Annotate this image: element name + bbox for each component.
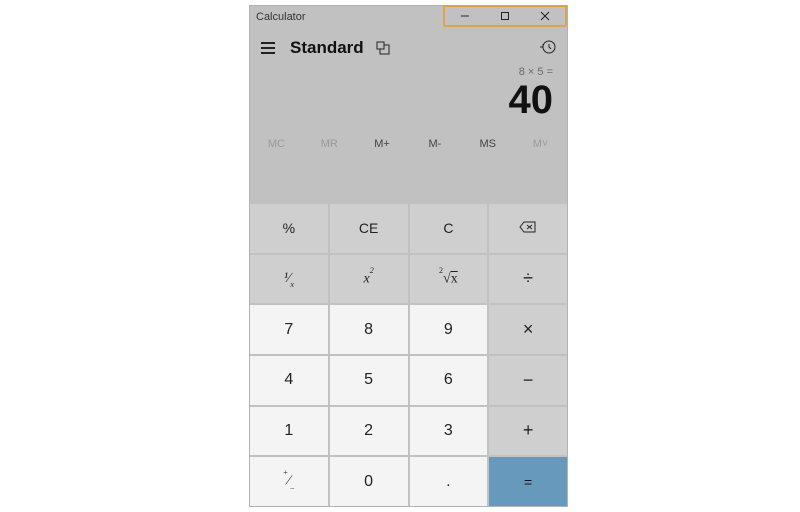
subtract-button[interactable]: − <box>489 356 567 405</box>
memory-store-button[interactable]: MS <box>461 138 514 160</box>
memory-minus-button[interactable]: M- <box>408 138 461 160</box>
keep-on-top-icon[interactable] <box>376 41 390 55</box>
divide-button[interactable]: ÷ <box>489 255 567 304</box>
decimal-button[interactable]: . <box>410 457 488 506</box>
expression-text: 8 × 5 = <box>250 66 553 78</box>
digit-7-button[interactable]: 7 <box>250 305 328 354</box>
digit-5-button[interactable]: 5 <box>330 356 408 405</box>
digit-1-button[interactable]: 1 <box>250 407 328 456</box>
negate-button[interactable]: +∕− <box>250 457 328 506</box>
minimize-button[interactable] <box>445 7 485 25</box>
memory-plus-button[interactable]: M+ <box>356 138 409 160</box>
memory-clear-button[interactable]: MC <box>250 138 303 160</box>
backspace-icon <box>519 220 537 236</box>
history-icon[interactable] <box>537 36 559 58</box>
maximize-button[interactable] <box>485 7 525 25</box>
clear-button[interactable]: C <box>410 204 488 253</box>
square-button[interactable]: x2 <box>330 255 408 304</box>
result-text: 40 <box>250 80 553 120</box>
keypad: % CE C ¹∕x x2 2√x ÷ 7 8 9 × 4 5 6 <box>250 204 567 506</box>
memory-row: MC MR M+ M- MS M˅ <box>250 138 567 160</box>
digit-9-button[interactable]: 9 <box>410 305 488 354</box>
digit-8-button[interactable]: 8 <box>330 305 408 354</box>
sqrt-button[interactable]: 2√x <box>410 255 488 304</box>
multiply-button[interactable]: × <box>489 305 567 354</box>
titlebar: Calculator <box>250 6 567 28</box>
backspace-button[interactable] <box>489 204 567 253</box>
display: 8 × 5 = 40 <box>250 62 567 120</box>
digit-4-button[interactable]: 4 <box>250 356 328 405</box>
clear-entry-button[interactable]: CE <box>330 204 408 253</box>
equals-button[interactable]: = <box>489 457 567 506</box>
hamburger-icon[interactable] <box>258 42 278 54</box>
digit-3-button[interactable]: 3 <box>410 407 488 456</box>
digit-0-button[interactable]: 0 <box>330 457 408 506</box>
memory-list-button[interactable]: M˅ <box>514 138 567 160</box>
digit-2-button[interactable]: 2 <box>330 407 408 456</box>
memory-recall-button[interactable]: MR <box>303 138 356 160</box>
close-button[interactable] <box>525 7 565 25</box>
mode-label: Standard <box>290 38 364 58</box>
window-controls <box>443 5 567 27</box>
reciprocal-button[interactable]: ¹∕x <box>250 255 328 304</box>
percent-button[interactable]: % <box>250 204 328 253</box>
digit-6-button[interactable]: 6 <box>410 356 488 405</box>
toolbar: Standard <box>250 34 567 62</box>
calculator-window: Calculator Standard <box>249 5 568 507</box>
window-title: Calculator <box>250 11 306 23</box>
add-button[interactable]: + <box>489 407 567 456</box>
